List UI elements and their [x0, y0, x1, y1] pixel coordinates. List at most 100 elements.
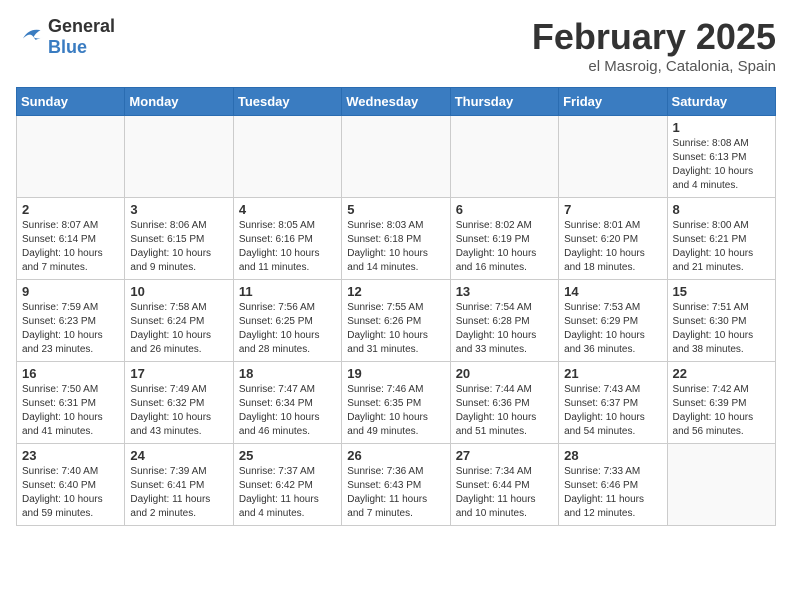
calendar-cell: 20Sunrise: 7:44 AM Sunset: 6:36 PM Dayli…	[450, 362, 558, 444]
calendar-cell	[125, 116, 233, 198]
calendar-cell: 26 Sunrise: 7:36 AM Sunset: 6:43 PM Dayli…	[342, 444, 450, 526]
day-info: Sunrise: 7:47 AM Sunset: 6:34 PM Dayligh…	[239, 383, 336, 439]
calendar-cell: 14 Sunrise: 7:53 AM Sunset: 6:29 PM Dayli…	[559, 280, 667, 362]
day-info: Sunrise: 7:42 AM Sunset: 6:39 PM Dayligh…	[673, 383, 770, 439]
calendar-cell: 18 Sunrise: 7:47 AM Sunset: 6:34 PM Dayli…	[233, 362, 341, 444]
calendar-week-3: 9 Sunrise: 7:59 AM Sunset: 6:23 PM Daylig…	[17, 280, 776, 362]
day-info: Sunrise: 7:40 AM Sunset: 6:40 PM Dayligh…	[22, 465, 119, 521]
day-number: 5	[347, 202, 444, 217]
day-number: 9	[22, 284, 119, 299]
day-number: 10	[130, 284, 227, 299]
calendar-cell	[17, 116, 125, 198]
day-number: 1	[673, 120, 770, 135]
calendar-cell: 21 Sunrise: 7:43 AM Sunset: 6:37 PM Dayli…	[559, 362, 667, 444]
day-info: Sunrise: 7:36 AM Sunset: 6:43 PM Dayligh…	[347, 465, 444, 521]
day-number: 24	[130, 448, 227, 463]
calendar-cell	[559, 116, 667, 198]
day-info: Sunrise: 7:56 AM Sunset: 6:25 PM Dayligh…	[239, 301, 336, 357]
calendar-cell: 1 Sunrise: 8:08 AM Sunset: 6:13 PM Daylig…	[667, 116, 775, 198]
day-info: Sunrise: 7:51 AM Sunset: 6:30 PM Dayligh…	[673, 301, 770, 357]
calendar-cell: 22Sunrise: 7:42 AM Sunset: 6:39 PM Dayli…	[667, 362, 775, 444]
logo: General Blue	[16, 16, 115, 58]
calendar-cell: 12 Sunrise: 7:55 AM Sunset: 6:26 PM Dayli…	[342, 280, 450, 362]
day-info: Sunrise: 8:02 AM Sunset: 6:19 PM Dayligh…	[456, 219, 553, 275]
calendar-cell: 13 Sunrise: 7:54 AM Sunset: 6:28 PM Dayli…	[450, 280, 558, 362]
day-number: 16	[22, 366, 119, 381]
calendar-cell: 6 Sunrise: 8:02 AM Sunset: 6:19 PM Daylig…	[450, 198, 558, 280]
calendar-cell: 24 Sunrise: 7:39 AM Sunset: 6:41 PM Dayli…	[125, 444, 233, 526]
day-info: Sunrise: 7:43 AM Sunset: 6:37 PM Dayligh…	[564, 383, 661, 439]
day-info: Sunrise: 8:03 AM Sunset: 6:18 PM Dayligh…	[347, 219, 444, 275]
day-info: Sunrise: 8:01 AM Sunset: 6:20 PM Dayligh…	[564, 219, 661, 275]
day-number: 14	[564, 284, 661, 299]
day-number: 18	[239, 366, 336, 381]
logo-icon	[16, 24, 44, 51]
calendar-cell: 3 Sunrise: 8:06 AM Sunset: 6:15 PM Daylig…	[125, 198, 233, 280]
day-number: 17	[130, 366, 227, 381]
day-info: Sunrise: 7:53 AM Sunset: 6:29 PM Dayligh…	[564, 301, 661, 357]
day-number: 26	[347, 448, 444, 463]
day-header-sunday: Sunday	[17, 88, 125, 116]
calendar-cell	[667, 444, 775, 526]
day-info: Sunrise: 8:00 AM Sunset: 6:21 PM Dayligh…	[673, 219, 770, 275]
calendar-cell: 23 Sunrise: 7:40 AM Sunset: 6:40 PM Dayli…	[17, 444, 125, 526]
day-number: 12	[347, 284, 444, 299]
calendar-cell: 19 Sunrise: 7:46 AM Sunset: 6:35 PM Dayli…	[342, 362, 450, 444]
day-number: 23	[22, 448, 119, 463]
day-info: Sunrise: 7:59 AM Sunset: 6:23 PM Dayligh…	[22, 301, 119, 357]
day-info: Sunrise: 7:50 AM Sunset: 6:31 PM Dayligh…	[22, 383, 119, 439]
day-number: 19	[347, 366, 444, 381]
day-info: Sunrise: 7:34 AM Sunset: 6:44 PM Dayligh…	[456, 465, 553, 521]
calendar-cell: 25 Sunrise: 7:37 AM Sunset: 6:42 PM Dayli…	[233, 444, 341, 526]
calendar: SundayMondayTuesdayWednesdayThursdayFrid…	[16, 87, 776, 526]
day-info: Sunrise: 8:06 AM Sunset: 6:15 PM Dayligh…	[130, 219, 227, 275]
day-info: Sunrise: 7:55 AM Sunset: 6:26 PM Dayligh…	[347, 301, 444, 357]
day-info: Sunrise: 7:39 AM Sunset: 6:41 PM Dayligh…	[130, 465, 227, 521]
day-info: Sunrise: 7:49 AM Sunset: 6:32 PM Dayligh…	[130, 383, 227, 439]
day-header-friday: Friday	[559, 88, 667, 116]
day-info: Sunrise: 8:07 AM Sunset: 6:14 PM Dayligh…	[22, 219, 119, 275]
location: el Masroig, Catalonia, Spain	[532, 58, 776, 75]
calendar-week-2: 2 Sunrise: 8:07 AM Sunset: 6:14 PM Daylig…	[17, 198, 776, 280]
calendar-week-4: 16 Sunrise: 7:50 AM Sunset: 6:31 PM Dayli…	[17, 362, 776, 444]
day-header-saturday: Saturday	[667, 88, 775, 116]
day-number: 8	[673, 202, 770, 217]
calendar-cell	[233, 116, 341, 198]
title-block: February 2025 el Masroig, Catalonia, Spa…	[532, 16, 776, 75]
calendar-cell: 8 Sunrise: 8:00 AM Sunset: 6:21 PM Daylig…	[667, 198, 775, 280]
day-number: 28	[564, 448, 661, 463]
day-number: 11	[239, 284, 336, 299]
logo-text: General Blue	[48, 16, 115, 58]
calendar-cell: 4 Sunrise: 8:05 AM Sunset: 6:16 PM Daylig…	[233, 198, 341, 280]
day-number: 6	[456, 202, 553, 217]
day-number: 27	[456, 448, 553, 463]
day-header-thursday: Thursday	[450, 88, 558, 116]
calendar-cell	[450, 116, 558, 198]
page-header: General Blue February 2025 el Masroig, C…	[16, 16, 776, 75]
day-number: 25	[239, 448, 336, 463]
day-info: Sunrise: 8:05 AM Sunset: 6:16 PM Dayligh…	[239, 219, 336, 275]
calendar-cell: 16 Sunrise: 7:50 AM Sunset: 6:31 PM Dayli…	[17, 362, 125, 444]
calendar-cell: 9 Sunrise: 7:59 AM Sunset: 6:23 PM Daylig…	[17, 280, 125, 362]
calendar-cell: 27 Sunrise: 7:34 AM Sunset: 6:44 PM Dayli…	[450, 444, 558, 526]
day-number: 2	[22, 202, 119, 217]
day-info: Sunrise: 7:37 AM Sunset: 6:42 PM Dayligh…	[239, 465, 336, 521]
day-number: 3	[130, 202, 227, 217]
day-info: Sunrise: 8:08 AM Sunset: 6:13 PM Dayligh…	[673, 137, 770, 193]
day-number: 15	[673, 284, 770, 299]
calendar-cell: 11 Sunrise: 7:56 AM Sunset: 6:25 PM Dayli…	[233, 280, 341, 362]
day-number: 4	[239, 202, 336, 217]
calendar-cell	[342, 116, 450, 198]
day-header-wednesday: Wednesday	[342, 88, 450, 116]
day-number: 13	[456, 284, 553, 299]
day-info: Sunrise: 7:46 AM Sunset: 6:35 PM Dayligh…	[347, 383, 444, 439]
calendar-cell: 17 Sunrise: 7:49 AM Sunset: 6:32 PM Dayli…	[125, 362, 233, 444]
calendar-cell: 15 Sunrise: 7:51 AM Sunset: 6:30 PM Dayli…	[667, 280, 775, 362]
day-number: 21	[564, 366, 661, 381]
day-header-monday: Monday	[125, 88, 233, 116]
calendar-cell: 5 Sunrise: 8:03 AM Sunset: 6:18 PM Daylig…	[342, 198, 450, 280]
day-info: Sunrise: 7:33 AM Sunset: 6:46 PM Dayligh…	[564, 465, 661, 521]
calendar-week-5: 23 Sunrise: 7:40 AM Sunset: 6:40 PM Dayli…	[17, 444, 776, 526]
day-info: Sunrise: 7:54 AM Sunset: 6:28 PM Dayligh…	[456, 301, 553, 357]
calendar-cell: 2 Sunrise: 8:07 AM Sunset: 6:14 PM Daylig…	[17, 198, 125, 280]
